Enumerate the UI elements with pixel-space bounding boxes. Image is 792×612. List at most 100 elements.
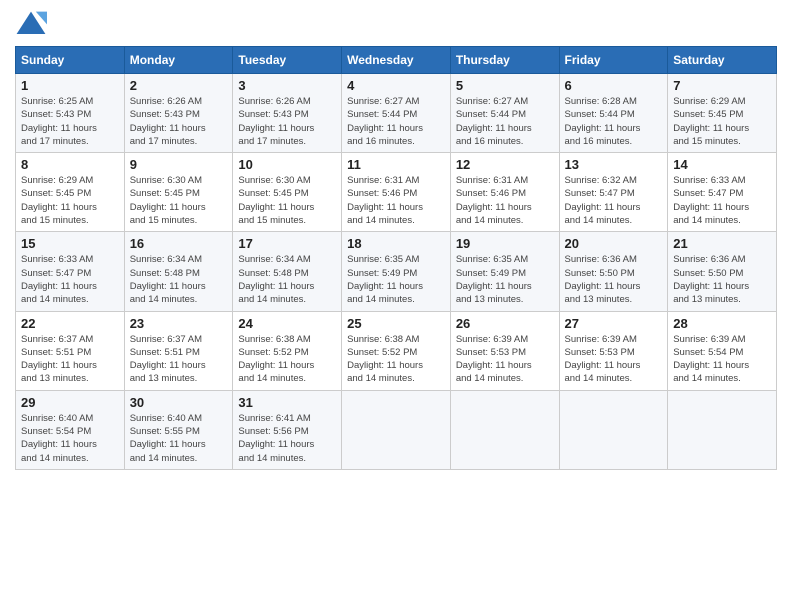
calendar-cell: 13 Sunrise: 6:32 AM Sunset: 5:47 PM Dayli… — [559, 153, 668, 232]
calendar-cell: 10Sunrise: 6:30 AM Sunset: 5:45 PM Dayli… — [233, 153, 342, 232]
weekday-header-saturday: Saturday — [668, 47, 777, 74]
day-number: 2 — [130, 78, 228, 93]
page-header — [15, 10, 777, 38]
day-info: Sunrise: 6:40 AM Sunset: 5:55 PM Dayligh… — [130, 412, 228, 465]
day-number: 17 — [238, 236, 336, 251]
day-info: Sunrise: 6:39 AM Sunset: 5:53 PM Dayligh… — [565, 333, 663, 386]
calendar-cell: 26Sunrise: 6:39 AM Sunset: 5:53 PM Dayli… — [450, 311, 559, 390]
day-number: 16 — [130, 236, 228, 251]
calendar-cell: 22 Sunrise: 6:37 AM Sunset: 5:51 PM Dayli… — [16, 311, 125, 390]
calendar-cell: 3Sunrise: 6:26 AM Sunset: 5:43 PM Daylig… — [233, 74, 342, 153]
calendar-week-2: 8 Sunrise: 6:29 AM Sunset: 5:45 PM Daylig… — [16, 153, 777, 232]
day-info: Sunrise: 6:37 AM Sunset: 5:51 PM Dayligh… — [21, 333, 119, 386]
logo — [15, 10, 51, 38]
calendar-cell: 27 Sunrise: 6:39 AM Sunset: 5:53 PM Dayli… — [559, 311, 668, 390]
calendar-cell: 16 Sunrise: 6:34 AM Sunset: 5:48 PM Dayli… — [124, 232, 233, 311]
day-info: Sunrise: 6:39 AM Sunset: 5:54 PM Dayligh… — [673, 333, 771, 386]
day-number: 8 — [21, 157, 119, 172]
day-info: Sunrise: 6:33 AM Sunset: 5:47 PM Dayligh… — [673, 174, 771, 227]
logo-icon — [15, 10, 47, 38]
day-number: 19 — [456, 236, 554, 251]
day-info: Sunrise: 6:29 AM Sunset: 5:45 PM Dayligh… — [673, 95, 771, 148]
day-number: 22 — [21, 316, 119, 331]
day-info: Sunrise: 6:36 AM Sunset: 5:50 PM Dayligh… — [673, 253, 771, 306]
day-number: 21 — [673, 236, 771, 251]
calendar-week-1: 1Sunrise: 6:25 AM Sunset: 5:43 PM Daylig… — [16, 74, 777, 153]
day-number: 9 — [130, 157, 228, 172]
calendar-cell: 8 Sunrise: 6:29 AM Sunset: 5:45 PM Daylig… — [16, 153, 125, 232]
day-number: 28 — [673, 316, 771, 331]
day-info: Sunrise: 6:31 AM Sunset: 5:46 PM Dayligh… — [347, 174, 445, 227]
calendar-cell — [559, 390, 668, 469]
weekday-header-monday: Monday — [124, 47, 233, 74]
day-info: Sunrise: 6:29 AM Sunset: 5:45 PM Dayligh… — [21, 174, 119, 227]
day-info: Sunrise: 6:31 AM Sunset: 5:46 PM Dayligh… — [456, 174, 554, 227]
calendar-week-5: 29 Sunrise: 6:40 AM Sunset: 5:54 PM Dayli… — [16, 390, 777, 469]
day-info: Sunrise: 6:35 AM Sunset: 5:49 PM Dayligh… — [347, 253, 445, 306]
day-info: Sunrise: 6:30 AM Sunset: 5:45 PM Dayligh… — [130, 174, 228, 227]
calendar-cell: 17 Sunrise: 6:34 AM Sunset: 5:48 PM Dayli… — [233, 232, 342, 311]
day-info: Sunrise: 6:32 AM Sunset: 5:47 PM Dayligh… — [565, 174, 663, 227]
day-number: 15 — [21, 236, 119, 251]
calendar-cell: 25 Sunrise: 6:38 AM Sunset: 5:52 PM Dayli… — [342, 311, 451, 390]
day-info: Sunrise: 6:38 AM Sunset: 5:52 PM Dayligh… — [238, 333, 336, 386]
day-number: 20 — [565, 236, 663, 251]
calendar-cell: 2Sunrise: 6:26 AM Sunset: 5:43 PM Daylig… — [124, 74, 233, 153]
day-info: Sunrise: 6:27 AM Sunset: 5:44 PM Dayligh… — [456, 95, 554, 148]
day-number: 24 — [238, 316, 336, 331]
day-info: Sunrise: 6:38 AM Sunset: 5:52 PM Dayligh… — [347, 333, 445, 386]
day-info: Sunrise: 6:34 AM Sunset: 5:48 PM Dayligh… — [130, 253, 228, 306]
calendar-cell: 21 Sunrise: 6:36 AM Sunset: 5:50 PM Dayli… — [668, 232, 777, 311]
day-number: 29 — [21, 395, 119, 410]
day-number: 7 — [673, 78, 771, 93]
calendar-cell: 31 Sunrise: 6:41 AM Sunset: 5:56 PM Dayli… — [233, 390, 342, 469]
calendar-cell: 30 Sunrise: 6:40 AM Sunset: 5:55 PM Dayli… — [124, 390, 233, 469]
day-number: 25 — [347, 316, 445, 331]
calendar-cell: 15 Sunrise: 6:33 AM Sunset: 5:47 PM Dayli… — [16, 232, 125, 311]
calendar-cell: 4 Sunrise: 6:27 AM Sunset: 5:44 PM Daylig… — [342, 74, 451, 153]
day-number: 4 — [347, 78, 445, 93]
day-info: Sunrise: 6:33 AM Sunset: 5:47 PM Dayligh… — [21, 253, 119, 306]
day-number: 12 — [456, 157, 554, 172]
day-info: Sunrise: 6:36 AM Sunset: 5:50 PM Dayligh… — [565, 253, 663, 306]
day-info: Sunrise: 6:34 AM Sunset: 5:48 PM Dayligh… — [238, 253, 336, 306]
day-info: Sunrise: 6:27 AM Sunset: 5:44 PM Dayligh… — [347, 95, 445, 148]
day-number: 13 — [565, 157, 663, 172]
day-number: 11 — [347, 157, 445, 172]
weekday-header-thursday: Thursday — [450, 47, 559, 74]
calendar-header-row: SundayMondayTuesdayWednesdayThursdayFrid… — [16, 47, 777, 74]
day-info: Sunrise: 6:26 AM Sunset: 5:43 PM Dayligh… — [238, 95, 336, 148]
day-number: 18 — [347, 236, 445, 251]
calendar-cell: 1Sunrise: 6:25 AM Sunset: 5:43 PM Daylig… — [16, 74, 125, 153]
day-info: Sunrise: 6:35 AM Sunset: 5:49 PM Dayligh… — [456, 253, 554, 306]
day-number: 5 — [456, 78, 554, 93]
calendar-cell: 5 Sunrise: 6:27 AM Sunset: 5:44 PM Daylig… — [450, 74, 559, 153]
day-number: 26 — [456, 316, 554, 331]
day-number: 10 — [238, 157, 336, 172]
calendar-cell: 29 Sunrise: 6:40 AM Sunset: 5:54 PM Dayli… — [16, 390, 125, 469]
calendar-cell: 20 Sunrise: 6:36 AM Sunset: 5:50 PM Dayli… — [559, 232, 668, 311]
weekday-header-sunday: Sunday — [16, 47, 125, 74]
calendar-cell: 6 Sunrise: 6:28 AM Sunset: 5:44 PM Daylig… — [559, 74, 668, 153]
day-number: 30 — [130, 395, 228, 410]
day-number: 6 — [565, 78, 663, 93]
weekday-header-wednesday: Wednesday — [342, 47, 451, 74]
calendar-cell: 14 Sunrise: 6:33 AM Sunset: 5:47 PM Dayli… — [668, 153, 777, 232]
day-info: Sunrise: 6:37 AM Sunset: 5:51 PM Dayligh… — [130, 333, 228, 386]
calendar-table: SundayMondayTuesdayWednesdayThursdayFrid… — [15, 46, 777, 470]
calendar-cell: 11 Sunrise: 6:31 AM Sunset: 5:46 PM Dayli… — [342, 153, 451, 232]
day-number: 14 — [673, 157, 771, 172]
day-number: 31 — [238, 395, 336, 410]
calendar-cell: 24 Sunrise: 6:38 AM Sunset: 5:52 PM Dayli… — [233, 311, 342, 390]
calendar-cell: 23Sunrise: 6:37 AM Sunset: 5:51 PM Dayli… — [124, 311, 233, 390]
calendar-cell: 12 Sunrise: 6:31 AM Sunset: 5:46 PM Dayli… — [450, 153, 559, 232]
day-info: Sunrise: 6:40 AM Sunset: 5:54 PM Dayligh… — [21, 412, 119, 465]
calendar-week-4: 22 Sunrise: 6:37 AM Sunset: 5:51 PM Dayli… — [16, 311, 777, 390]
day-number: 27 — [565, 316, 663, 331]
day-info: Sunrise: 6:25 AM Sunset: 5:43 PM Dayligh… — [21, 95, 119, 148]
day-info: Sunrise: 6:28 AM Sunset: 5:44 PM Dayligh… — [565, 95, 663, 148]
day-info: Sunrise: 6:41 AM Sunset: 5:56 PM Dayligh… — [238, 412, 336, 465]
calendar-cell: 7 Sunrise: 6:29 AM Sunset: 5:45 PM Daylig… — [668, 74, 777, 153]
calendar-cell — [342, 390, 451, 469]
calendar-cell — [668, 390, 777, 469]
